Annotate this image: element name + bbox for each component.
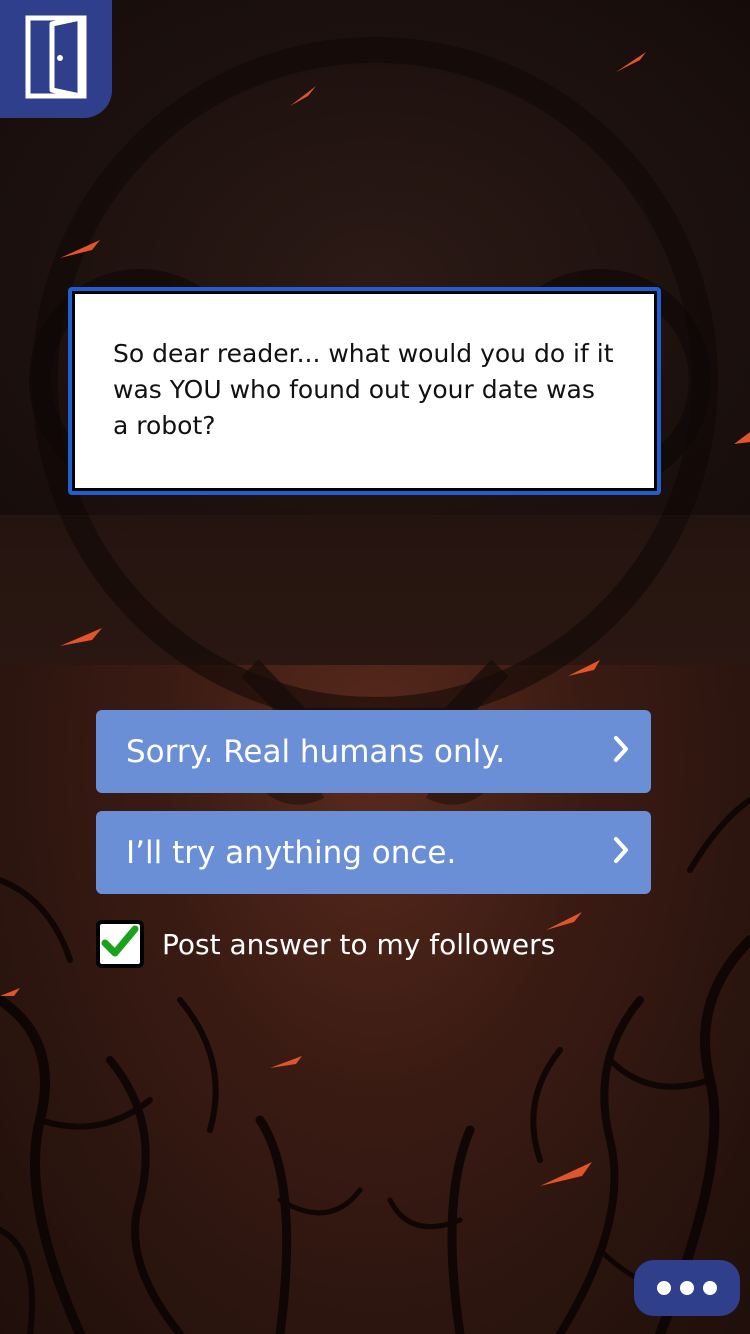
checkmark-icon: [101, 925, 139, 963]
post-answer-label: Post answer to my followers: [162, 927, 556, 961]
more-options-button[interactable]: [634, 1260, 740, 1316]
chevron-right-icon: [613, 833, 629, 873]
choice-button-try-anything-once[interactable]: I’ll try anything once.: [96, 811, 651, 894]
exit-button[interactable]: [0, 0, 112, 118]
background-art: [0, 37, 750, 1334]
post-answer-checkbox[interactable]: [96, 920, 144, 968]
post-answer-option[interactable]: Post answer to my followers: [96, 918, 555, 970]
more-dots-icon: [657, 1281, 717, 1295]
door-exit-icon: [24, 14, 88, 104]
background-scene: [0, 0, 750, 1334]
choice-label: Sorry. Real humans only.: [126, 733, 506, 770]
story-text: So dear reader... what would you do if i…: [75, 294, 654, 488]
chevron-right-icon: [613, 732, 629, 772]
story-dialog-box: So dear reader... what would you do if i…: [68, 287, 661, 495]
choice-button-real-humans-only[interactable]: Sorry. Real humans only.: [96, 710, 651, 793]
choice-label: I’ll try anything once.: [126, 834, 457, 871]
